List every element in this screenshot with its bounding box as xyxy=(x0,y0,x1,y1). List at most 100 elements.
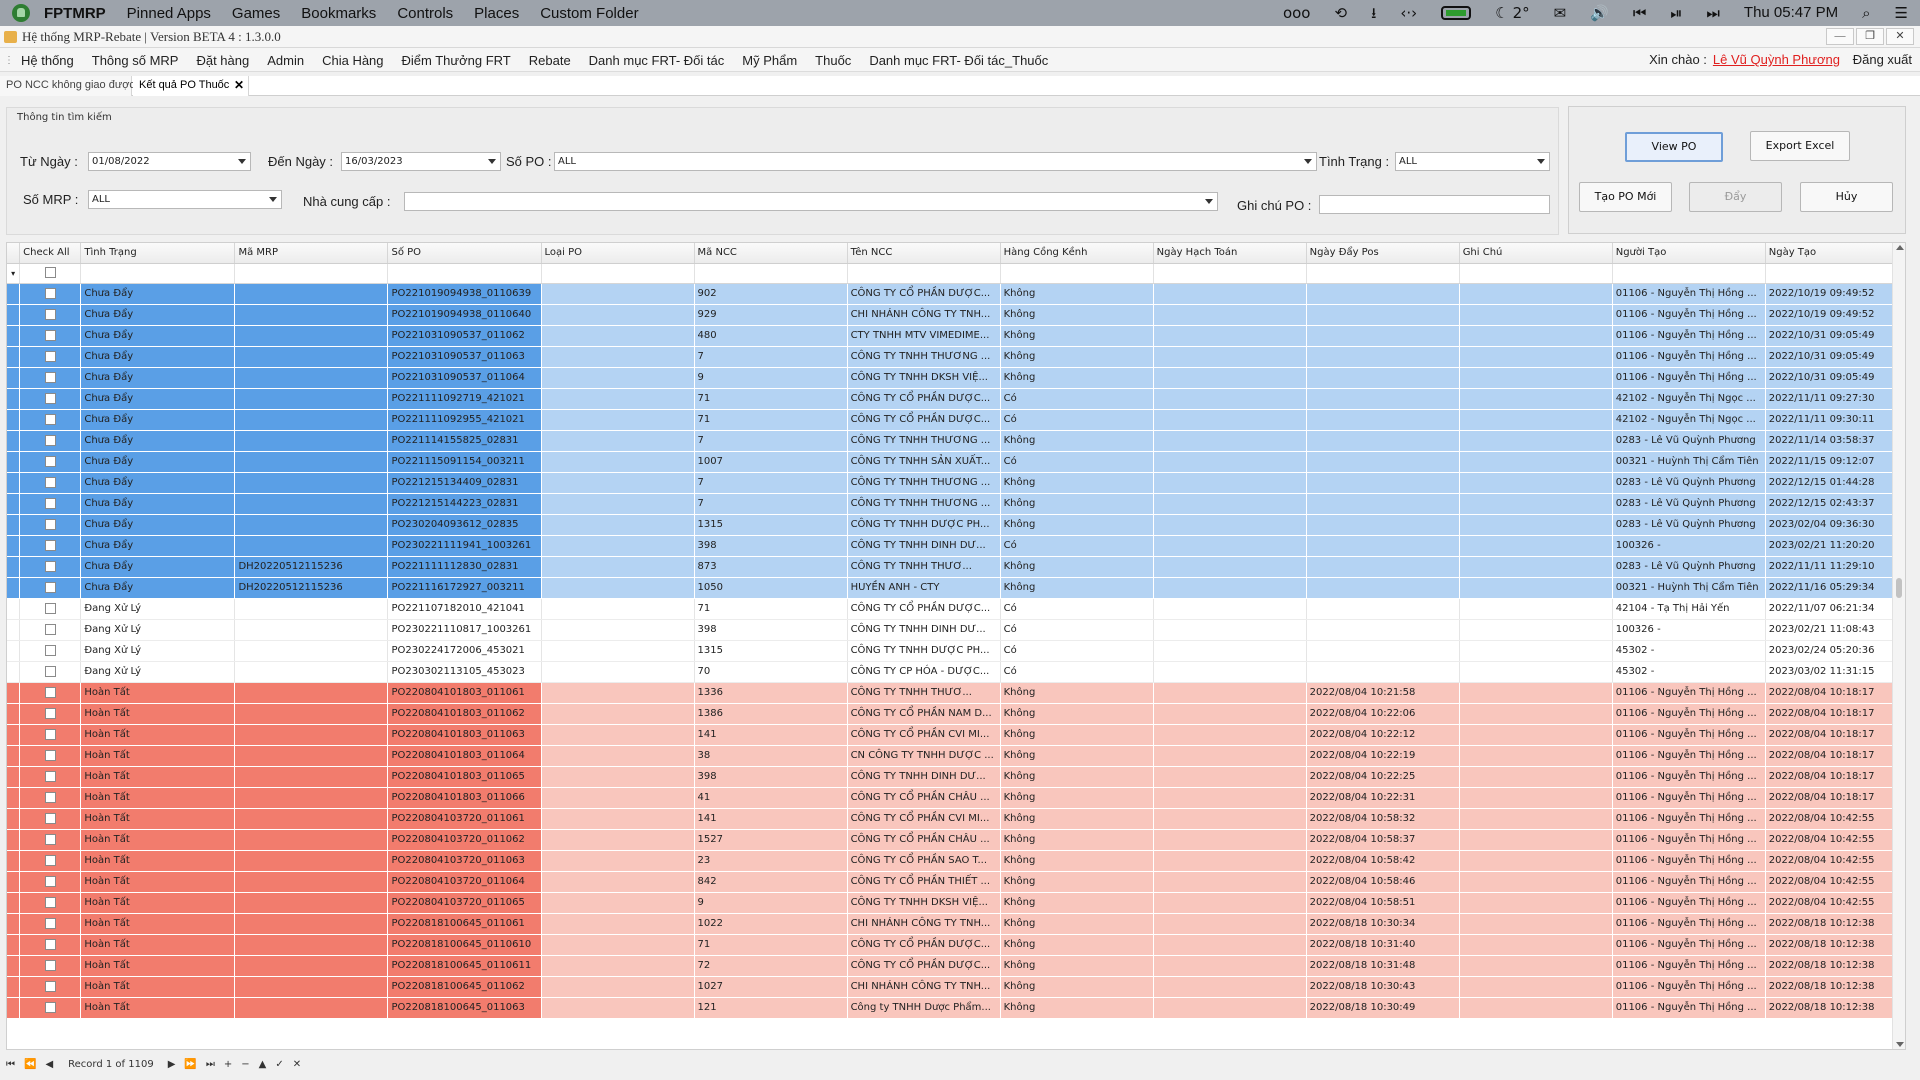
table-row[interactable]: Chưa Đẩy PO221031090537_011063 7 CÔNG TY TN… xyxy=(7,346,1904,368)
push-date-cell[interactable]: 2022/08/04 10:58:37 xyxy=(1306,829,1460,851)
row-indicator[interactable] xyxy=(7,976,21,998)
status-cell[interactable]: Chưa Đẩy xyxy=(80,346,236,368)
row-indicator[interactable] xyxy=(7,808,21,830)
push-date-cell[interactable]: 2022/08/18 10:30:43 xyxy=(1306,976,1460,998)
row-indicator[interactable] xyxy=(7,997,21,1019)
row-check-cell[interactable] xyxy=(19,703,82,725)
po-number-cell[interactable]: PO220804101803_011065 xyxy=(387,766,542,788)
supplier-code-cell[interactable]: 71 xyxy=(694,598,848,620)
row-check-cell[interactable] xyxy=(19,556,82,578)
po-type-cell[interactable] xyxy=(541,934,695,956)
app-menu-fptmrp[interactable]: FPTMRP xyxy=(44,5,106,22)
po-number-cell[interactable]: PO221116172927_003211 xyxy=(387,577,542,599)
po-number-cell[interactable]: PO220804101803_011061 xyxy=(387,682,542,704)
po-type-cell[interactable] xyxy=(541,766,695,788)
status-cell[interactable]: Đang Xử Lý xyxy=(80,619,236,641)
accounting-date-cell[interactable] xyxy=(1153,934,1307,956)
bulky-cell[interactable]: Không xyxy=(1000,514,1154,536)
supplier-name-cell[interactable]: CÔNG TY TNHH DINH DƯ... xyxy=(847,535,1001,557)
mrp-code-cell[interactable] xyxy=(234,304,389,326)
row-check-cell[interactable] xyxy=(19,535,82,557)
supplier-name-cell[interactable]: CHI NHÁNH CÔNG TY TNH... xyxy=(847,304,1001,326)
menu-icon[interactable]: ☰ xyxy=(1895,0,1908,26)
table-row[interactable]: Chưa Đẩy DH20220512115236 PO221116172927_0… xyxy=(7,577,1904,599)
created-date-cell[interactable]: 2022/08/04 10:18:17 xyxy=(1765,745,1904,767)
row-checkbox[interactable] xyxy=(44,602,56,614)
status-cell[interactable]: Chưa Đẩy xyxy=(80,577,236,599)
created-date-cell[interactable]: 2022/12/15 02:43:37 xyxy=(1765,493,1904,515)
po-type-cell[interactable] xyxy=(541,619,695,641)
row-checkbox[interactable] xyxy=(44,308,56,320)
created-date-cell[interactable]: 2022/10/31 09:05:49 xyxy=(1765,325,1904,347)
table-row[interactable]: Hoàn Tất PO220804103720_011064 842 CÔNG TY … xyxy=(7,871,1904,893)
table-row[interactable]: Chưa Đẩy PO221111092955_421021 71 CÔNG TY C… xyxy=(7,409,1904,431)
push-date-cell[interactable] xyxy=(1306,304,1460,326)
creator-cell[interactable]: 01106 - Nguyễn Thị Hồng ... xyxy=(1612,955,1766,977)
note-cell[interactable] xyxy=(1459,787,1613,809)
po-number-cell[interactable]: PO221031090537_011064 xyxy=(387,367,542,389)
po-number-cell[interactable]: PO221031090537_011062 xyxy=(387,325,542,347)
creator-cell[interactable]: 100326 - xyxy=(1612,619,1766,641)
mrp-code-cell[interactable] xyxy=(234,283,389,305)
accounting-date-cell[interactable] xyxy=(1153,325,1307,347)
bulky-cell[interactable]: Không xyxy=(1000,703,1154,725)
row-check-cell[interactable] xyxy=(19,955,82,977)
next-record-icon[interactable]: ▶ xyxy=(168,1059,176,1070)
supplier-code-cell[interactable]: 1315 xyxy=(694,514,848,536)
supplier-code-cell[interactable]: 1315 xyxy=(694,640,848,662)
filter-cell[interactable] xyxy=(1459,263,1613,284)
creator-cell[interactable]: 01106 - Nguyễn Thị Hồng ... xyxy=(1612,829,1766,851)
note-cell[interactable] xyxy=(1459,829,1613,851)
menu-he-thong[interactable]: Hệ thống xyxy=(12,53,83,68)
filter-cell[interactable] xyxy=(387,263,542,284)
bulky-cell[interactable]: Có xyxy=(1000,388,1154,410)
row-checkbox[interactable] xyxy=(44,875,56,887)
po-type-cell[interactable] xyxy=(541,913,695,935)
accounting-date-cell[interactable] xyxy=(1153,787,1307,809)
table-row[interactable]: Chưa Đẩy PO221031090537_011062 480 CTY TNHH… xyxy=(7,325,1904,347)
creator-cell[interactable]: 01106 - Nguyễn Thị Hồng ... xyxy=(1612,808,1766,830)
row-indicator[interactable] xyxy=(7,325,21,347)
filter-cell[interactable] xyxy=(1000,263,1154,284)
row-checkbox[interactable] xyxy=(44,896,56,908)
supplier-name-cell[interactable]: CÔNG TY TNHH THƯƠNG ... xyxy=(847,430,1001,452)
table-row[interactable]: Đang Xử Lý PO230221110817_1003261 398 CÔNG … xyxy=(7,619,1904,641)
po-number-cell[interactable]: PO220818100645_0110611 xyxy=(387,955,542,977)
push-date-cell[interactable] xyxy=(1306,661,1460,683)
note-cell[interactable] xyxy=(1459,619,1613,641)
row-indicator[interactable] xyxy=(7,304,21,326)
po-number-cell[interactable]: PO230221111941_1003261 xyxy=(387,535,542,557)
bulky-cell[interactable]: Có xyxy=(1000,619,1154,641)
bulky-cell[interactable]: Không xyxy=(1000,766,1154,788)
supplier-name-cell[interactable]: CÔNG TY CỔ PHẦN CVI MI... xyxy=(847,724,1001,746)
battery-icon[interactable] xyxy=(1441,6,1472,20)
created-date-cell[interactable]: 2022/11/14 03:58:37 xyxy=(1765,430,1904,452)
first-record-icon[interactable]: ⏮ xyxy=(6,1059,15,1070)
note-cell[interactable] xyxy=(1459,283,1613,305)
supplier-code-cell[interactable]: 873 xyxy=(694,556,848,578)
supplier-code-cell[interactable]: 41 xyxy=(694,787,848,809)
row-indicator[interactable] xyxy=(7,367,21,389)
accounting-date-cell[interactable] xyxy=(1153,871,1307,893)
note-cell[interactable] xyxy=(1459,955,1613,977)
po-type-cell[interactable] xyxy=(541,640,695,662)
push-date-cell[interactable]: 2022/08/18 10:30:49 xyxy=(1306,997,1460,1019)
po-type-cell[interactable] xyxy=(541,997,695,1019)
note-cell[interactable] xyxy=(1459,640,1613,662)
row-checkbox[interactable] xyxy=(44,686,56,698)
column-header-check-all[interactable]: Check All xyxy=(19,243,82,264)
add-record-icon[interactable]: + xyxy=(224,1059,232,1070)
mrp-code-cell[interactable] xyxy=(234,745,389,767)
row-indicator[interactable] xyxy=(7,577,21,599)
menu-pinned-apps[interactable]: Pinned Apps xyxy=(127,5,211,22)
creator-cell[interactable]: 0283 - Lê Vũ Quỳnh Phương xyxy=(1612,556,1766,578)
status-cell[interactable]: Hoàn Tất xyxy=(80,682,236,704)
po-type-cell[interactable] xyxy=(541,577,695,599)
bulky-cell[interactable]: Không xyxy=(1000,304,1154,326)
weather-icon[interactable]: ☾ xyxy=(1495,0,1508,26)
row-indicator[interactable] xyxy=(7,598,21,620)
supplier-name-cell[interactable]: CÔNG TY TNHH SẢN XUẤT... xyxy=(847,451,1001,473)
creator-cell[interactable]: 01106 - Nguyễn Thị Hồng ... xyxy=(1612,703,1766,725)
created-date-cell[interactable]: 2022/08/04 10:18:17 xyxy=(1765,787,1904,809)
supplier-name-cell[interactable]: CÔNG TY TNHH DINH DƯ... xyxy=(847,619,1001,641)
